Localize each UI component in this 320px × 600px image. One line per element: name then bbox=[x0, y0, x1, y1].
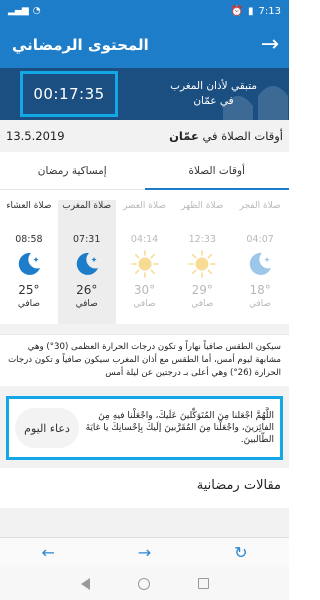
prayer-column: صلاة المغرب 07:31 26° صافي bbox=[57, 200, 116, 324]
prayer-temperature: 26° bbox=[76, 283, 98, 297]
location-city: عمّان bbox=[169, 129, 199, 143]
prayer-condition: صافي bbox=[249, 299, 272, 309]
countdown-banner: 00:17:35 متبقي لأذان المغرب في عمّان bbox=[0, 68, 289, 120]
tab-bar: إمساكية رمضان أوقات الصلاة bbox=[0, 152, 289, 190]
sun-icon bbox=[187, 249, 217, 279]
current-date: 13.5.2019 bbox=[6, 129, 65, 143]
dua-text: اللَّهُمَّ اجْعَلنا مِنَ المُتَوَكِّلينَ… bbox=[85, 411, 274, 445]
tab-label: إمساكية رمضان bbox=[37, 164, 107, 177]
wifi-icon: ◔ bbox=[32, 6, 41, 16]
arrow-left-icon[interactable]: ← bbox=[41, 543, 54, 562]
prayer-condition: صافي bbox=[133, 299, 156, 309]
prayer-temperature: 25° bbox=[18, 283, 40, 297]
status-icons-right: ⏰ ▮ 7:13 bbox=[231, 6, 281, 17]
arrow-right-icon[interactable]: → bbox=[261, 34, 279, 56]
prayer-column: صلاة العشاء 08:58 25° صافي bbox=[0, 200, 58, 324]
prayer-column: صلاة الظهر 12:33 29° صافي bbox=[173, 200, 231, 324]
location-row: 13.5.2019 أوقات الصلاة في عمّان bbox=[0, 120, 289, 152]
prayer-times-card: إمساكية رمضان أوقات الصلاة صلاة الفجر 04… bbox=[0, 152, 289, 324]
prayer-temperature: 29° bbox=[191, 283, 213, 297]
prayer-time: 12:33 bbox=[188, 234, 216, 245]
prayer-temperature: 18° bbox=[249, 283, 271, 297]
battery-icon: ▮ bbox=[248, 5, 254, 17]
prayer-condition: صافي bbox=[191, 299, 214, 309]
prayer-columns: صلاة الفجر 04:07 18° صافي صلاة الظهر 12:… bbox=[0, 190, 289, 324]
alarm-icon: ⏰ bbox=[230, 5, 244, 17]
daily-dua-card[interactable]: دعاء اليوم اللَّهُمَّ اجْعَلنا مِنَ المُ… bbox=[6, 396, 283, 460]
location-prefix: أوقات الصلاة في bbox=[202, 129, 283, 143]
prayer-column: صلاة العصر 04:14 30° صافي bbox=[116, 200, 174, 324]
weather-description: سيكون الطقس صافياً نهاراً و تكون درجات ا… bbox=[0, 334, 289, 386]
prayer-time: 04:14 bbox=[130, 234, 159, 245]
prayer-condition: صافي bbox=[17, 299, 41, 309]
app-screen: ▂▄▆ ◔ ⏰ ▮ 7:13 المحتوى الرمضاني → 00:17:… bbox=[0, 0, 289, 600]
system-nav-bar bbox=[0, 567, 289, 600]
section-title: مقالات رمضانية bbox=[196, 478, 281, 493]
prayer-name: صلاة المغرب bbox=[62, 201, 112, 211]
prayer-temperature: 30° bbox=[133, 283, 156, 297]
moon-star-icon bbox=[245, 249, 275, 279]
dua-badge: دعاء اليوم bbox=[15, 408, 79, 448]
sun-icon bbox=[130, 249, 160, 279]
moon-star-icon bbox=[72, 249, 102, 279]
mosque-decoration-icon bbox=[223, 86, 288, 120]
browser-toolbar: ← → ↻ bbox=[0, 537, 289, 567]
prayer-condition: صافي bbox=[75, 299, 98, 309]
arrow-forward-icon[interactable]: → bbox=[138, 543, 151, 562]
page-title: المحتوى الرمضاني bbox=[12, 36, 149, 54]
prayer-name: صلاة العشاء bbox=[6, 201, 52, 211]
nav-back-icon[interactable] bbox=[80, 577, 90, 590]
prayer-time: 04:07 bbox=[246, 234, 274, 245]
prayer-name: صلاة الظهر bbox=[181, 201, 224, 211]
reload-icon[interactable]: ↻ bbox=[234, 543, 247, 562]
ramadan-articles-section: مقالات رمضانية bbox=[0, 468, 289, 508]
prayer-column: صلاة الفجر 04:07 18° صافي bbox=[231, 200, 289, 324]
tab-label: أوقات الصلاة bbox=[188, 164, 245, 177]
status-time: 7:13 bbox=[258, 5, 281, 17]
prayer-name: صلاة الفجر bbox=[239, 201, 281, 211]
tab-prayer-times[interactable]: أوقات الصلاة bbox=[144, 152, 290, 190]
moon-star-icon bbox=[14, 249, 44, 279]
status-bar: ▂▄▆ ◔ ⏰ ▮ 7:13 bbox=[0, 0, 289, 22]
prayer-time: 08:58 bbox=[15, 234, 43, 245]
nav-recents-icon[interactable] bbox=[197, 578, 209, 589]
tab-imsakiya[interactable]: إمساكية رمضان bbox=[0, 152, 145, 189]
countdown-timer: 00:17:35 bbox=[20, 71, 118, 117]
location-heading: أوقات الصلاة في عمّان bbox=[169, 129, 283, 143]
signal-icon: ▂▄▆ bbox=[8, 6, 29, 16]
nav-home-icon[interactable] bbox=[137, 577, 150, 590]
status-icons-left: ▂▄▆ ◔ bbox=[8, 6, 41, 16]
app-bar: المحتوى الرمضاني → bbox=[0, 22, 289, 68]
prayer-name: صلاة العصر bbox=[123, 201, 166, 211]
prayer-time: 07:31 bbox=[73, 234, 101, 245]
